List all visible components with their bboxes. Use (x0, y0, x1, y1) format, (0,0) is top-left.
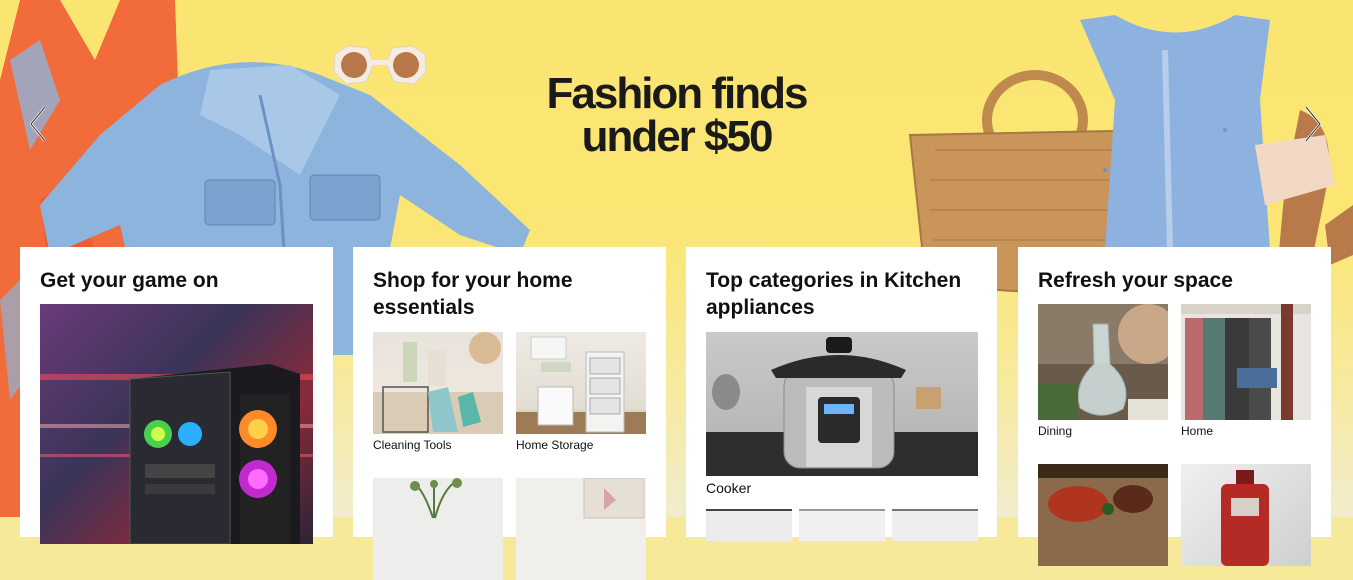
kitchen-thumbnail-2[interactable] (799, 509, 885, 541)
quad-item-food[interactable] (1038, 464, 1168, 566)
gaming-pc-image[interactable] (40, 304, 313, 544)
gaming-pc-graphic (40, 364, 313, 544)
quad-item-decor[interactable] (373, 478, 503, 580)
quad-item-label: Cleaning Tools (373, 438, 452, 452)
quad-item-label: Home (1181, 424, 1214, 438)
card-title: Shop for your home essentials (373, 269, 573, 319)
dining-image (1038, 304, 1168, 420)
chevron-right-icon (1305, 106, 1322, 142)
food-platter-image (1038, 464, 1168, 566)
card-home-essentials[interactable]: Shop for your home essentials Cleaning T… (353, 247, 666, 580)
plant-vase-image (373, 478, 503, 580)
quad-item-dining[interactable]: Dining (1038, 304, 1168, 438)
cleaning-tools-image (373, 332, 503, 434)
home-textiles-image (1181, 304, 1311, 420)
card-title: Top categories in Kitchen appliances (706, 269, 962, 319)
quad-item-label: Home Storage (516, 438, 594, 452)
card-kitchen-appliances[interactable]: Top categories in Kitchen appliances Coo… (686, 247, 997, 541)
quad-item-home[interactable]: Home (1181, 304, 1311, 438)
card-gaming[interactable]: Get your game on (20, 247, 333, 544)
fragrance-bottle-image (1181, 464, 1311, 566)
quad-item-cleaning-tools[interactable]: Cleaning Tools (373, 332, 503, 452)
home-storage-image (516, 332, 646, 434)
quad-item-fragrance[interactable] (1181, 464, 1311, 566)
carousel-next-button[interactable] (1293, 100, 1333, 148)
hero-headline-line1: Fashion finds (546, 69, 809, 118)
kitchen-thumbnail-1[interactable] (706, 509, 792, 541)
kitchen-thumbnail-3[interactable] (892, 509, 978, 541)
card-title: Get your game on (40, 269, 219, 292)
quad-item-wall-decor[interactable] (516, 478, 646, 580)
quad-item-label: Dining (1038, 424, 1073, 438)
quad-item-home-storage[interactable]: Home Storage (516, 332, 646, 452)
kitchen-thumbnail-row[interactable] (706, 509, 978, 549)
featured-item-cooker[interactable]: Cooker (706, 332, 978, 496)
hero-headline-line2: under $50 (581, 112, 774, 161)
card-title: Refresh your space (1038, 269, 1233, 292)
carousel-prev-button[interactable] (18, 100, 58, 148)
pressure-cooker-image (706, 332, 978, 476)
chevron-left-icon (29, 106, 46, 142)
hero-headline[interactable]: Fashion finds under $50 (0, 69, 1353, 161)
card-refresh-space[interactable]: Refresh your space Dining Home (1018, 247, 1331, 566)
featured-item-label: Cooker (706, 480, 752, 496)
wall-frame-image (516, 478, 646, 580)
